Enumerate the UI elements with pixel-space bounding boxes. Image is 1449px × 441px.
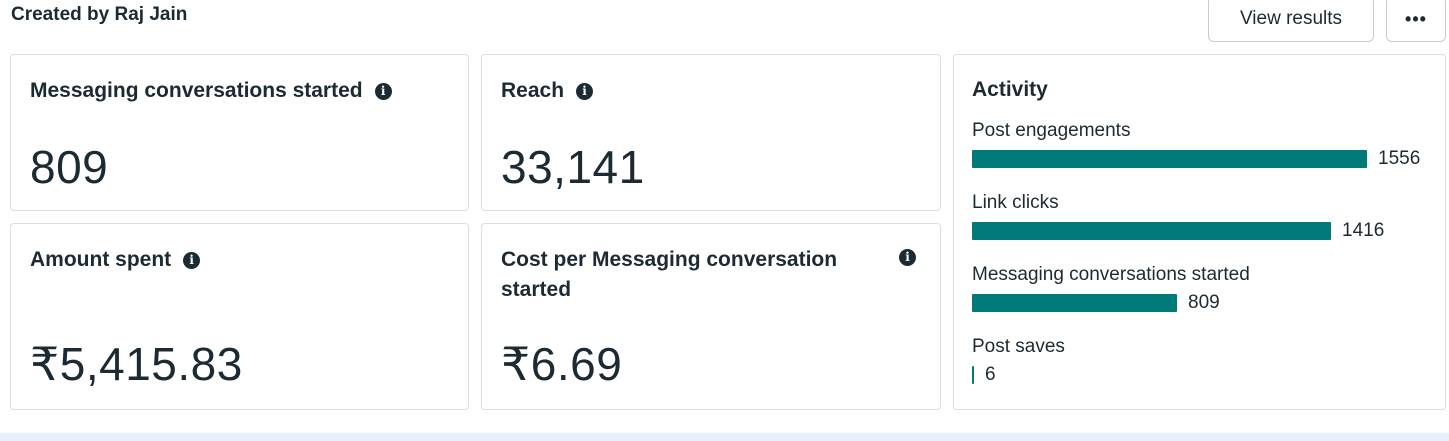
metric-card-cost-per-conversation: Cost per Messaging conversation started … — [481, 223, 941, 410]
activity-label: Messaging conversations started — [972, 264, 1250, 285]
activity-bar — [972, 366, 974, 384]
activity-title: Activity — [972, 78, 1048, 101]
metric-card-reach: Reach i 33,141 — [481, 54, 941, 211]
activity-row-post-saves: Post saves 6 — [972, 335, 1432, 385]
activity-count: 1416 — [1342, 220, 1385, 241]
metric-card-messaging-conversations: Messaging conversations started i 809 — [10, 54, 469, 211]
metric-title: Cost per Messaging conversation started — [501, 245, 861, 305]
activity-count: 1556 — [1378, 148, 1421, 169]
metric-title: Messaging conversations started i — [30, 76, 392, 106]
metric-title-text: Cost per Messaging conversation started — [501, 248, 838, 301]
metric-title-text: Messaging conversations started — [30, 79, 363, 102]
activity-row-messaging-conversations: Messaging conversations started 809 — [972, 263, 1432, 313]
activity-bar — [972, 294, 1177, 312]
activity-bar — [972, 150, 1367, 168]
activity-label: Post saves — [972, 336, 1065, 357]
metric-title-text: Reach — [501, 79, 565, 102]
view-results-button[interactable]: View results — [1208, 0, 1374, 42]
metric-value: ₹6.69 — [501, 338, 623, 390]
info-icon[interactable]: i — [183, 251, 201, 269]
metric-title: Amount spent i — [30, 245, 201, 275]
metric-value: ₹5,415.83 — [30, 338, 243, 390]
metric-title-text: Amount spent — [30, 248, 172, 271]
metric-card-amount-spent: Amount spent i ₹5,415.83 — [10, 223, 469, 410]
metric-value: 33,141 — [501, 141, 645, 193]
activity-count: 809 — [1188, 292, 1220, 313]
info-icon[interactable]: i — [374, 82, 392, 100]
created-by-text: Created by Raj Jain — [11, 4, 188, 25]
activity-card: Activity Post engagements 1556 Link clic… — [953, 54, 1446, 410]
bottom-panel-edge — [0, 433, 1449, 441]
activity-label: Link clicks — [972, 192, 1059, 213]
metric-title: Reach i — [501, 76, 594, 106]
activity-count: 6 — [985, 364, 996, 385]
info-icon[interactable]: i — [899, 249, 916, 266]
info-icon[interactable]: i — [576, 82, 594, 100]
activity-bar — [972, 222, 1331, 240]
activity-row-post-engagements: Post engagements 1556 — [972, 119, 1432, 169]
metric-value: 809 — [30, 141, 109, 193]
activity-label: Post engagements — [972, 120, 1131, 141]
more-options-button[interactable]: ••• — [1386, 0, 1446, 42]
activity-row-link-clicks: Link clicks 1416 — [972, 191, 1432, 241]
